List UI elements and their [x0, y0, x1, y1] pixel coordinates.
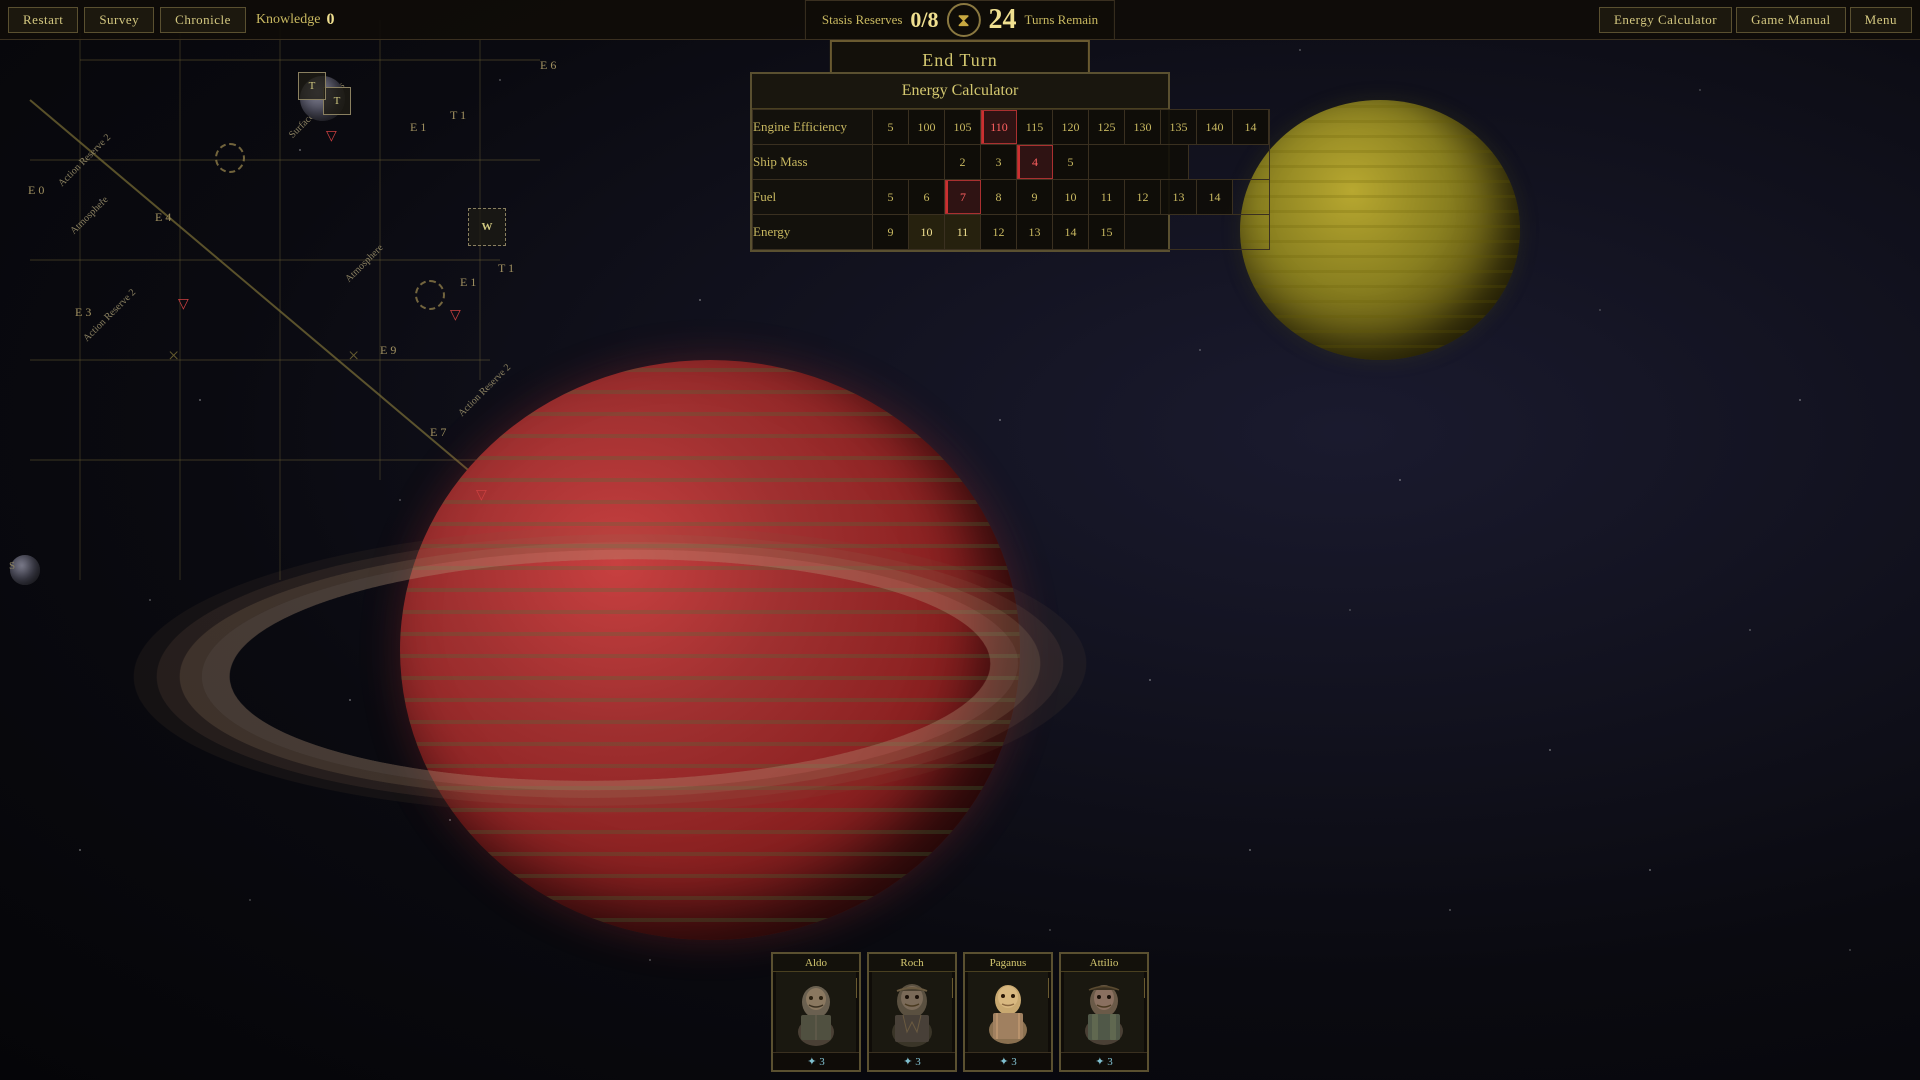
cell-ee-2: 105 [945, 110, 981, 144]
fuel-row: Fuel 5 6 7 8 9 10 11 12 13 [753, 180, 1270, 215]
ship-token-t2[interactable]: T [298, 72, 326, 100]
hourglass-icon: ⧗ [947, 3, 981, 37]
cell-en-3: 12 [981, 215, 1017, 249]
cell-ee-10: 14 [1233, 110, 1269, 144]
char-energy-aldo: ✦ 3 [773, 1052, 859, 1070]
planet-ring-container [300, 250, 1200, 1000]
char-energy-paganus: ✦ 3 [965, 1052, 1051, 1070]
center-hud: Stasis Reserves 0/8 ⧗ 24 Turns Remain En… [805, 0, 1115, 81]
menu-button[interactable]: Menu [1850, 7, 1912, 33]
energy-calculator-button[interactable]: Energy Calculator [1599, 7, 1732, 33]
planet-olive [1240, 100, 1520, 360]
right-buttons: Energy Calculator Game Manual Menu [1591, 0, 1920, 40]
cell-sm-2: 3 [981, 145, 1017, 179]
cell-en-6: 15 [1089, 215, 1125, 249]
char-portrait-aldo [776, 972, 856, 1052]
char-card-aldo[interactable]: Aldo 3 ✦ 3 [771, 952, 861, 1072]
char-card-paganus[interactable]: Paganus 5 ✦ 3 [963, 952, 1053, 1072]
char-card-roch[interactable]: Roch 2 ✦ 3 [867, 952, 957, 1072]
cell-f-1: 6 [909, 180, 945, 214]
char-portrait-attilio [1064, 972, 1144, 1052]
turns-count: 24 [989, 4, 1017, 36]
char-card-attilio[interactable]: Attilio 3 ✦ 3 [1059, 952, 1149, 1072]
cell-ee-9: 140 [1197, 110, 1233, 144]
restart-button[interactable]: Restart [8, 7, 78, 33]
energy-row: Energy 9 10 11 12 13 14 15 [753, 215, 1270, 250]
cell-f-2: 7 [945, 180, 981, 214]
cell-ee-4: 115 [1017, 110, 1053, 144]
svg-text:×: × [168, 345, 179, 367]
ship-token-w[interactable]: W [468, 208, 506, 246]
char-name-paganus: Paganus [965, 954, 1051, 972]
energy-calculator-panel: Energy Calculator Engine Efficiency 5 10… [750, 72, 1170, 252]
knowledge-value: 0 [326, 11, 334, 29]
cell-sm-1: 2 [945, 145, 981, 179]
cell-ee-8: 135 [1161, 110, 1197, 144]
stasis-count: 0/8 [910, 7, 938, 33]
cell-f-3: 8 [981, 180, 1017, 214]
char-name-aldo: Aldo [773, 954, 859, 972]
cell-en-5: 14 [1053, 215, 1089, 249]
fuel-label: Fuel [753, 180, 873, 215]
char-energy-attilio: ✦ 3 [1061, 1052, 1147, 1070]
turns-label: Turns Remain [1025, 12, 1099, 28]
chronicle-button[interactable]: Chronicle [160, 7, 246, 33]
cell-ee-6: 125 [1089, 110, 1125, 144]
stasis-bar: Stasis Reserves 0/8 ⧗ 24 Turns Remain [805, 0, 1115, 40]
cell-f-9: 14 [1197, 180, 1233, 214]
cell-f-0: 5 [873, 180, 909, 214]
engine-efficiency-row: Engine Efficiency 5 100 105 110 115 120 … [753, 110, 1270, 145]
cell-f-6: 11 [1089, 180, 1125, 214]
ship-mass-label: Ship Mass [753, 145, 873, 180]
knowledge-label: Knowledge [256, 12, 321, 28]
cell-ee-5: 120 [1053, 110, 1089, 144]
cell-f-4: 9 [1017, 180, 1053, 214]
cell-ee-7: 130 [1125, 110, 1161, 144]
char-energy-roch: ✦ 3 [869, 1052, 955, 1070]
energy-calculator-table: Engine Efficiency 5 100 105 110 115 120 … [752, 109, 1270, 250]
cell-ee-0: 5 [873, 110, 909, 144]
cell-sm-3: 4 [1017, 145, 1053, 179]
cell-en-1: 10 [909, 215, 945, 249]
cell-sm-4: 5 [1053, 145, 1089, 179]
game-manual-button[interactable]: Game Manual [1736, 7, 1846, 33]
energy-calculator-title: Energy Calculator [752, 74, 1168, 109]
energy-label: Energy [753, 215, 873, 250]
cell-sm-0 [873, 145, 945, 179]
cell-f-5: 10 [1053, 180, 1089, 214]
cell-en-4: 13 [1017, 215, 1053, 249]
knowledge-display: Knowledge 0 [256, 11, 335, 29]
char-portrait-paganus [968, 972, 1048, 1052]
cell-ee-3: 110 [981, 110, 1017, 144]
survey-button[interactable]: Survey [84, 7, 154, 33]
stasis-label: Stasis Reserves [822, 12, 903, 28]
cell-sm-5 [1089, 145, 1189, 179]
character-cards: Aldo 3 ✦ 3 Roch 2 [771, 952, 1149, 1072]
cell-f-8: 13 [1161, 180, 1197, 214]
cell-ee-1: 100 [909, 110, 945, 144]
cell-en-2: 11 [945, 215, 981, 249]
ship-mass-row: Ship Mass 2 3 4 5 [753, 145, 1270, 180]
char-name-attilio: Attilio [1061, 954, 1147, 972]
ship-token-t[interactable]: T [323, 87, 351, 115]
char-portrait-roch [872, 972, 952, 1052]
engine-efficiency-label: Engine Efficiency [753, 110, 873, 145]
cell-en-0: 9 [873, 215, 909, 249]
char-name-roch: Roch [869, 954, 955, 972]
planet-label-s: S [9, 560, 15, 572]
cell-f-7: 12 [1125, 180, 1161, 214]
